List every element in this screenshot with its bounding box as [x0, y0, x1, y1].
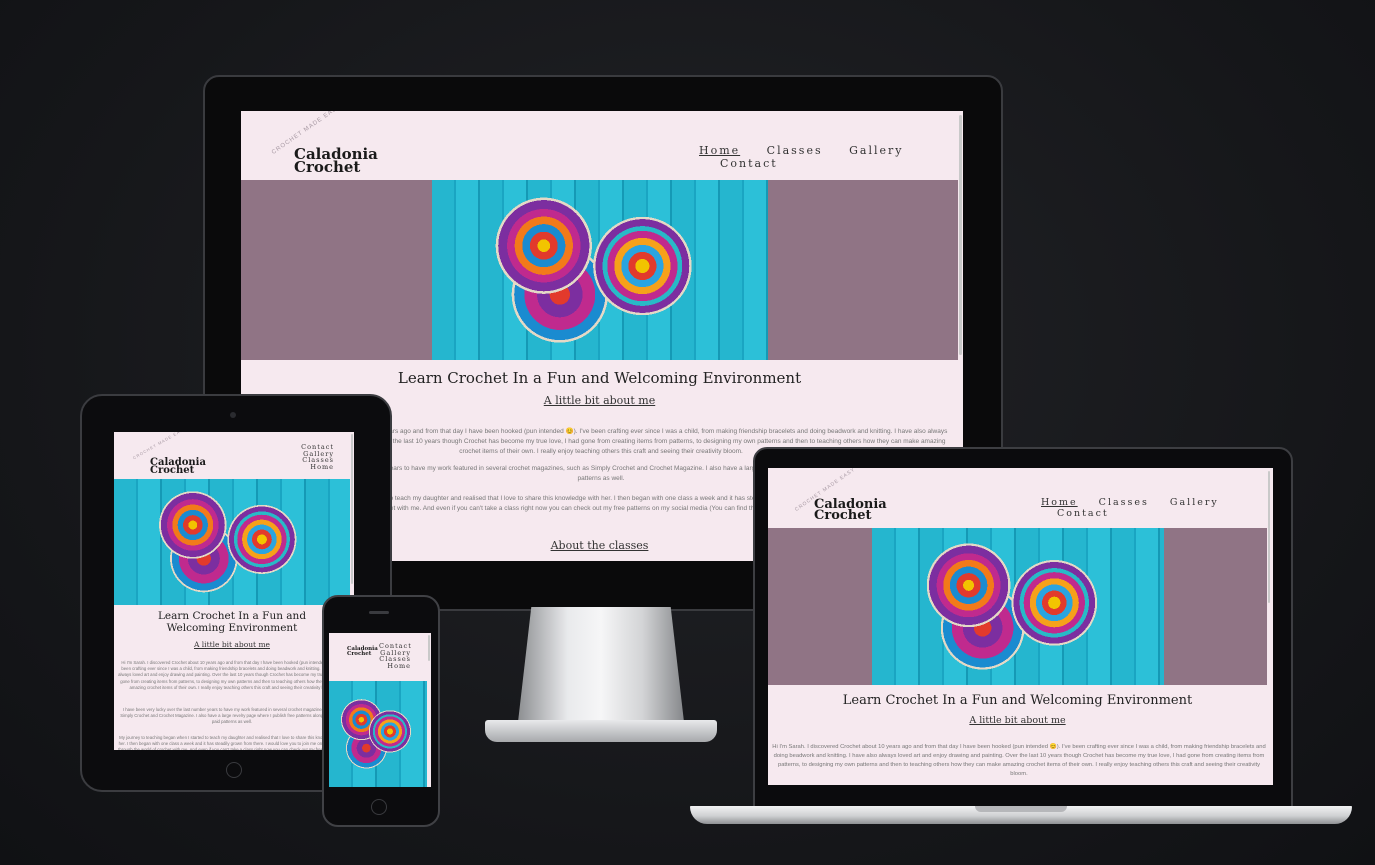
tablet-paragraph-3: My journey to teaching began when I star… — [118, 735, 346, 750]
desktop-scrollbar[interactable] — [959, 115, 962, 355]
hero-image — [432, 180, 768, 360]
nav-gallery[interactable]: Gallery — [849, 144, 903, 157]
main-nav: Home Classes Gallery Contact — [699, 144, 963, 170]
tablet-scrollbar[interactable] — [351, 434, 353, 584]
phone-site: Caladonia Crochet Contact Gallery Classe… — [329, 633, 431, 787]
laptop-nav-home[interactable]: Home — [1041, 497, 1078, 508]
phone-hero-image — [329, 681, 427, 787]
tablet-nav-home[interactable]: Home — [298, 463, 334, 471]
laptop-nav-gallery[interactable]: Gallery — [1170, 497, 1219, 508]
phone-home-button[interactable] — [371, 799, 387, 815]
tablet-site: CROCHET MADE EASY Caladonia Crochet Cont… — [114, 432, 354, 750]
laptop-paragraph-1: Hi I'm Sarah. I discovered Crochet about… — [772, 744, 1266, 777]
nav-classes[interactable]: Classes — [767, 144, 823, 157]
phone-speaker — [369, 611, 389, 614]
tablet-about-link[interactable]: A little bit about me — [114, 640, 350, 649]
phone-scrollbar[interactable] — [428, 635, 430, 661]
laptop-nav-classes[interactable]: Classes — [1099, 497, 1149, 508]
tablet-page-title: Learn Crochet In a Fun and Welcoming Env… — [157, 610, 307, 634]
nav-home[interactable]: Home — [699, 144, 740, 157]
laptop-page-title: Learn Crochet In a Fun and Welcoming Env… — [842, 693, 1193, 708]
tablet-paragraph-2: I have been very lucky over the last num… — [120, 707, 344, 725]
laptop-hero-image — [872, 528, 1164, 685]
laptop-nav: Home Classes Gallery Contact — [1041, 497, 1273, 519]
phone-nav: Contact Gallery Classes Home — [379, 643, 411, 669]
laptop-site: CROCHET MADE EASY Caladonia Crochet Home… — [768, 468, 1273, 785]
laptop-about-link[interactable]: A little bit about me — [768, 715, 1267, 726]
phone-nav-home[interactable]: Home — [379, 662, 411, 670]
tablet-paragraph-1: Hi I'm Sarah. I discovered Crochet about… — [118, 660, 346, 690]
page-title: Learn Crochet In a Fun and Welcoming Env… — [397, 369, 802, 387]
laptop-notch — [975, 806, 1067, 812]
laptop-scrollbar[interactable] — [1268, 471, 1270, 603]
nav-contact[interactable]: Contact — [720, 157, 778, 170]
tablet-camera — [230, 412, 236, 418]
laptop-nav-contact[interactable]: Contact — [1057, 508, 1109, 519]
tablet-nav: Contact Gallery Classes Home — [298, 444, 334, 470]
tablet-home-button[interactable] — [226, 762, 242, 778]
tablet-hero-image — [114, 479, 350, 605]
